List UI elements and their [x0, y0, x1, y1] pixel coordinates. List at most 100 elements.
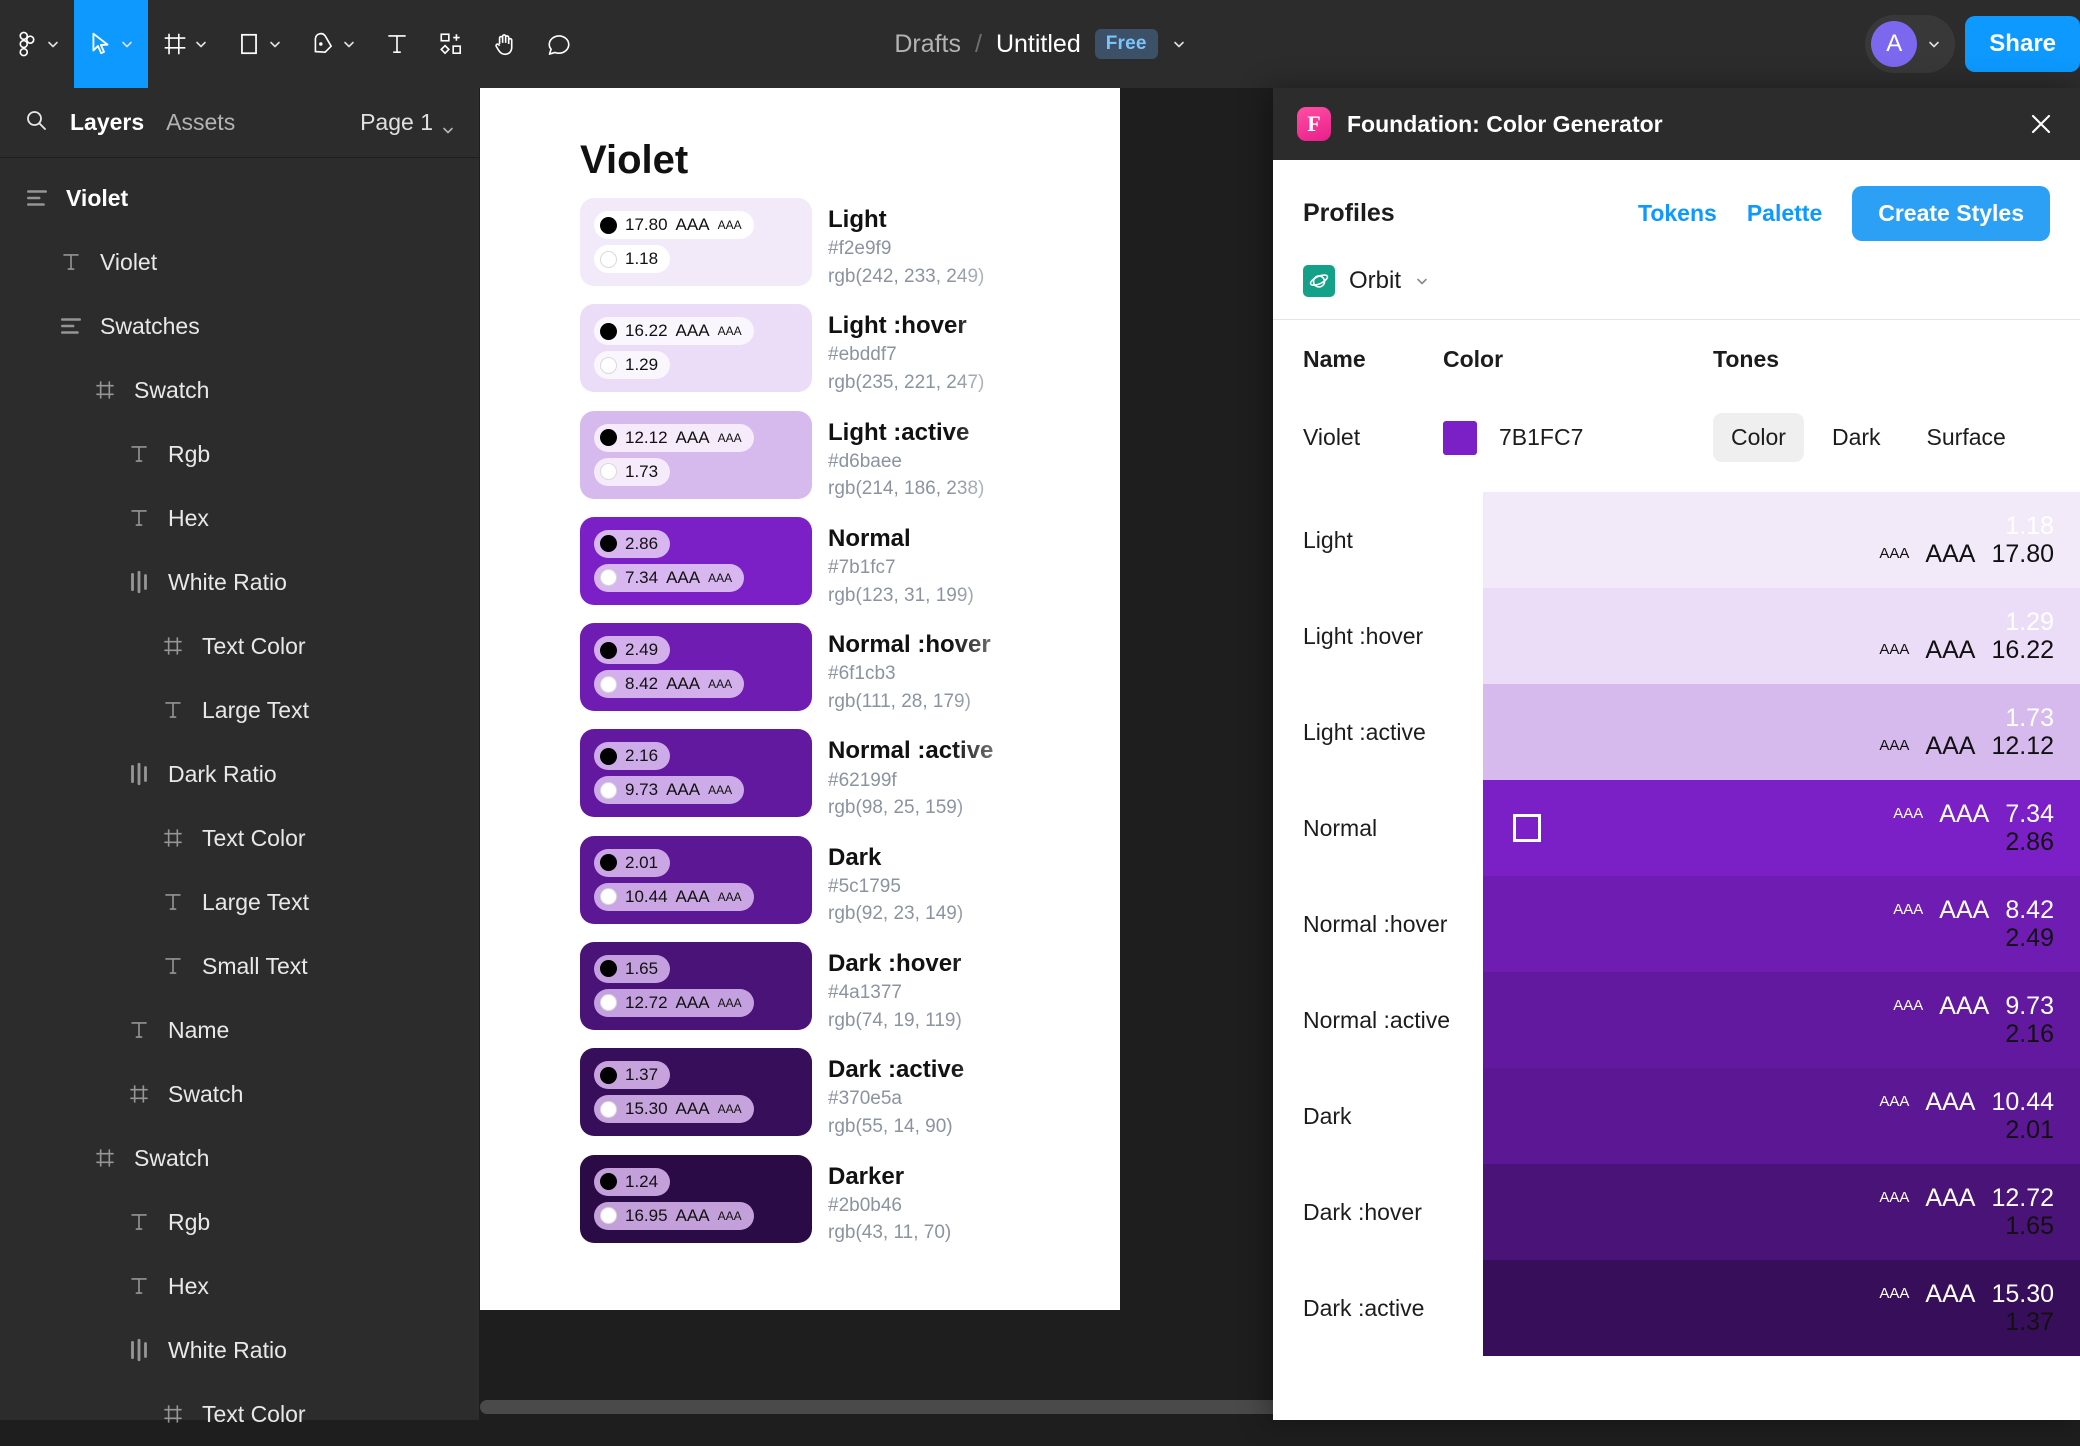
tokens-button[interactable]: Tokens	[1638, 200, 1717, 227]
tone-scale-row[interactable]: Dark :activeAAAAAA15.301.37	[1303, 1260, 2080, 1356]
profile-chevron-down-icon[interactable]	[1415, 274, 1429, 288]
swatch-chip[interactable]: 12.12AAAAAA1.73	[580, 411, 812, 499]
breadcrumb-file-name[interactable]: Untitled	[996, 30, 1081, 59]
tone-scale-row[interactable]: Normal :activeAAAAAA9.732.16	[1303, 972, 2080, 1068]
tone-button-dark[interactable]: Dark	[1814, 413, 1899, 462]
swatch-row[interactable]: 1.6512.72AAAAAADark :hover#4a1377rgb(74,…	[580, 942, 993, 1034]
text-tool-button[interactable]	[370, 0, 424, 88]
layer-item-rgb[interactable]: Rgb	[0, 422, 479, 486]
layer-item-swatch[interactable]: Swatch	[0, 358, 479, 422]
plan-badge[interactable]: Free	[1095, 29, 1158, 59]
components-tool-button[interactable]	[424, 0, 478, 88]
tone-button-surface[interactable]: Surface	[1909, 413, 2024, 462]
tone-scale-row[interactable]: Dark :hoverAAAAAA12.721.65	[1303, 1164, 2080, 1260]
avatar-chevron-down-icon[interactable]	[1927, 37, 1941, 51]
swatch-row[interactable]: 2.867.34AAAAAANormal#7b1fc7rgb(123, 31, …	[580, 517, 993, 609]
file-menu-chevron-down-icon[interactable]	[1172, 37, 1186, 51]
layer-item-text-color[interactable]: Text Color	[0, 1382, 479, 1446]
breadcrumb-project[interactable]: Drafts	[894, 30, 961, 59]
swatch-row[interactable]: 2.0110.44AAAAAADark#5c1795rgb(92, 23, 14…	[580, 836, 993, 928]
tone-scale-bar[interactable]: 1.29AAAAAA16.22	[1483, 588, 2080, 684]
tab-layers[interactable]: Layers	[70, 109, 144, 136]
swatch-row[interactable]: 16.22AAAAAA1.29Light :hover#ebddf7rgb(23…	[580, 304, 993, 396]
color-swatch-preview[interactable]	[1443, 421, 1477, 455]
swatch-chip[interactable]: 2.169.73AAAAAA	[580, 729, 812, 817]
swatch-chip[interactable]: 1.6512.72AAAAAA	[580, 942, 812, 1030]
palette-button[interactable]: Palette	[1747, 200, 1822, 227]
user-menu[interactable]: A	[1865, 15, 1955, 73]
layer-item-text-color[interactable]: Text Color	[0, 614, 479, 678]
layer-item-name[interactable]: Name	[0, 998, 479, 1062]
swatch-row[interactable]: 1.3715.30AAAAAADark :active#370e5argb(55…	[580, 1048, 993, 1140]
layer-item-swatch[interactable]: Swatch	[0, 1062, 479, 1126]
swatch-row[interactable]: 17.80AAAAAA1.18Light#f2e9f9rgb(242, 233,…	[580, 198, 993, 290]
layer-item-rgb[interactable]: Rgb	[0, 1190, 479, 1254]
artboard-violet[interactable]: Violet 17.80AAAAAA1.18Light#f2e9f9rgb(24…	[480, 88, 1120, 1310]
tone-scale-row[interactable]: Light :hover1.29AAAAAA16.22	[1303, 588, 2080, 684]
layer-item-hex[interactable]: Hex	[0, 1254, 479, 1318]
layer-item-small-text[interactable]: Small Text	[0, 934, 479, 998]
contrast-pill: 9.73AAAAAA	[594, 776, 744, 804]
swatch-chip[interactable]: 1.2416.95AAAAAA	[580, 1155, 812, 1243]
tone-scale-bar[interactable]: AAAAAA15.301.37	[1483, 1260, 2080, 1356]
pen-tool-button[interactable]	[296, 0, 370, 88]
layer-item-dark-ratio[interactable]: Dark Ratio	[0, 742, 479, 806]
hand-tool-button[interactable]	[478, 0, 532, 88]
tone-scale-bar[interactable]: AAAAAA8.422.49	[1483, 876, 2080, 972]
layer-item-violet[interactable]: Violet	[0, 230, 479, 294]
tone-scale-row[interactable]: Light1.18AAAAAA17.80	[1303, 492, 2080, 588]
tone-scale-bar[interactable]: 1.18AAAAAA17.80	[1483, 492, 2080, 588]
tone-button-color[interactable]: Color	[1713, 413, 1804, 462]
page-selector[interactable]: Page 1	[360, 109, 455, 136]
swatch-chip[interactable]: 16.22AAAAAA1.29	[580, 304, 812, 392]
swatch-chip[interactable]: 2.867.34AAAAAA	[580, 517, 812, 605]
tone-scale-bar[interactable]: AAAAAA12.721.65	[1483, 1164, 2080, 1260]
tone-scale-row[interactable]: Light :active1.73AAAAAA12.12	[1303, 684, 2080, 780]
layer-item-white-ratio[interactable]: White Ratio	[0, 1318, 479, 1382]
tone-scale-row[interactable]: DarkAAAAAA10.442.01	[1303, 1068, 2080, 1164]
tone-scale-row[interactable]: Normal :hoverAAAAAA8.422.49	[1303, 876, 2080, 972]
swatch-chip[interactable]: 2.0110.44AAAAAA	[580, 836, 812, 924]
pen-tool-chevron-down-icon[interactable]	[342, 37, 356, 51]
profile-selector[interactable]: Orbit	[1303, 265, 2050, 297]
layer-item-hex[interactable]: Hex	[0, 486, 479, 550]
layer-item-text-color[interactable]: Text Color	[0, 806, 479, 870]
figma-logo-button[interactable]	[0, 0, 74, 88]
profiles-label: Profiles	[1303, 199, 1395, 228]
tone-scale-bar[interactable]: 1.73AAAAAA12.12	[1483, 684, 2080, 780]
layer-item-swatch[interactable]: Swatch	[0, 1126, 479, 1190]
figma-logo-chevron-down-icon[interactable]	[46, 37, 60, 51]
comment-tool-button[interactable]	[532, 0, 586, 88]
create-styles-button[interactable]: Create Styles	[1852, 186, 2050, 241]
row-color-name[interactable]: Violet	[1303, 424, 1443, 451]
tone-scale-row[interactable]: NormalAAAAAA7.342.86	[1303, 780, 2080, 876]
share-button[interactable]: Share	[1965, 16, 2080, 72]
search-icon[interactable]	[24, 108, 48, 137]
avatar[interactable]: A	[1871, 21, 1917, 67]
tone-scale-bar[interactable]: AAAAAA10.442.01	[1483, 1068, 2080, 1164]
swatch-row[interactable]: 2.169.73AAAAAANormal :active#62199frgb(9…	[580, 729, 993, 821]
frame-tool-button[interactable]	[148, 0, 222, 88]
color-hex-value[interactable]: 7B1FC7	[1499, 424, 1583, 451]
swatch-chip[interactable]: 17.80AAAAAA1.18	[580, 198, 812, 286]
move-tool-button[interactable]	[74, 0, 148, 88]
layer-item-large-text[interactable]: Large Text	[0, 678, 479, 742]
shape-tool-chevron-down-icon[interactable]	[268, 37, 282, 51]
layer-item-swatches[interactable]: Swatches	[0, 294, 479, 358]
swatch-chip[interactable]: 1.3715.30AAAAAA	[580, 1048, 812, 1136]
frame-tool-chevron-down-icon[interactable]	[194, 37, 208, 51]
move-tool-chevron-down-icon[interactable]	[120, 37, 134, 51]
layer-item-white-ratio[interactable]: White Ratio	[0, 550, 479, 614]
swatch-chip[interactable]: 2.498.42AAAAAA	[580, 623, 812, 711]
swatch-row[interactable]: 2.498.42AAAAAANormal :hover#6f1cb3rgb(11…	[580, 623, 993, 715]
tab-assets[interactable]: Assets	[166, 109, 235, 136]
swatch-row[interactable]: 1.2416.95AAAAAADarker#2b0b46rgb(43, 11, …	[580, 1155, 993, 1247]
layer-item-large-text[interactable]: Large Text	[0, 870, 479, 934]
tone-scale-bar[interactable]: AAAAAA9.732.16	[1483, 972, 2080, 1068]
swatch-row[interactable]: 12.12AAAAAA1.73Light :active#d6baeergb(2…	[580, 411, 993, 503]
close-icon[interactable]	[2026, 109, 2056, 139]
tone-scale-bar[interactable]: AAAAAA7.342.86	[1483, 780, 2080, 876]
aaa-small-badge: AAA	[1893, 806, 1923, 822]
shape-tool-button[interactable]	[222, 0, 296, 88]
layer-item-violet[interactable]: Violet	[0, 166, 479, 230]
